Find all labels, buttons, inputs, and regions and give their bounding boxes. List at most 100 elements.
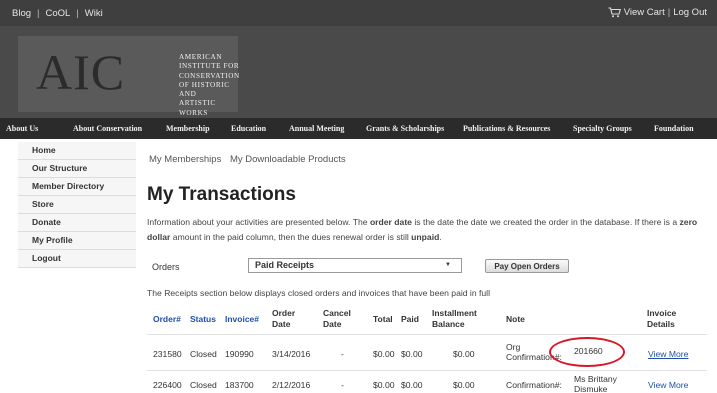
- nav-annual-meeting[interactable]: Annual Meeting: [289, 124, 344, 133]
- sidebar-item-store[interactable]: Store: [18, 196, 136, 214]
- intro-segment: is the date the date we created the orde…: [411, 217, 680, 227]
- intro-bold: unpaid: [411, 232, 440, 242]
- header-invoice[interactable]: Invoice#: [225, 314, 259, 325]
- intro-segment: amount in the paid column, then the dues…: [170, 232, 412, 242]
- main-navigation: About Us About Conservation Membership E…: [0, 118, 717, 139]
- note-line: Ms Brittany: [574, 374, 617, 384]
- logo-name: AMERICAN INSTITUTE FOR CONSERVATION OF H…: [179, 53, 240, 118]
- logo[interactable]: AIC AMERICAN INSTITUTE FOR CONSERVATION …: [18, 36, 239, 117]
- cell-order: 231580: [153, 349, 182, 359]
- view-more-link[interactable]: View More: [648, 380, 688, 390]
- header-line: Date: [323, 319, 342, 329]
- header-line: Details: [647, 319, 675, 329]
- sidebar-item-member-directory[interactable]: Member Directory: [18, 178, 136, 196]
- sidebar-item-logout[interactable]: Logout: [18, 250, 136, 268]
- dropdown-arrow-icon: ▼: [445, 262, 451, 268]
- header-status[interactable]: Status: [190, 314, 216, 325]
- cell-status: Closed: [190, 349, 217, 359]
- separator: |: [76, 8, 79, 19]
- cell-note-label: Confirmation#:: [506, 380, 562, 390]
- nav-about-conservation[interactable]: About Conservation: [73, 124, 142, 133]
- cell-cancel-date: -: [341, 380, 344, 390]
- header-line: Order: [272, 308, 296, 318]
- view-more-link[interactable]: View More: [648, 349, 688, 359]
- header-order[interactable]: Order#: [153, 314, 181, 325]
- cell-paid: $0.00: [401, 380, 423, 390]
- header-banner: AIC AMERICAN INSTITUTE FOR CONSERVATION …: [0, 26, 717, 118]
- cell-invoice: 190990: [225, 349, 254, 359]
- intro-segment: Information about your activities are pr…: [147, 217, 370, 227]
- logo-name-line: OF HISTORIC AND: [179, 80, 230, 99]
- my-downloadable-products-link[interactable]: My Downloadable Products: [230, 154, 346, 165]
- cell-status: Closed: [190, 380, 217, 390]
- cell-order: 226400: [153, 380, 182, 390]
- logo-name-line: CONSERVATION: [179, 71, 240, 80]
- page-title: My Transactions: [147, 184, 296, 205]
- intro-bold: order date: [369, 217, 412, 227]
- orders-label: Orders: [152, 262, 180, 272]
- logo-name-line: ARTISTIC WORKS: [179, 99, 216, 117]
- nav-publications-resources[interactable]: Publications & Resources: [463, 124, 550, 133]
- row-divider: [147, 334, 707, 335]
- logo-letters: AIC: [36, 44, 126, 100]
- nav-grants-scholarships[interactable]: Grants & Scholarships: [366, 124, 444, 133]
- log-out-link[interactable]: Log Out: [673, 7, 707, 18]
- cell-installment: $0.00: [453, 349, 475, 359]
- account-links: View Cart | Log Out: [608, 7, 707, 18]
- nav-education[interactable]: Education: [231, 124, 266, 133]
- my-memberships-link[interactable]: My Memberships: [149, 154, 221, 165]
- top-utility-bar: Blog | CoOL | Wiki View Cart | Log Out: [0, 0, 717, 26]
- cool-link[interactable]: CoOL: [42, 8, 73, 19]
- note-line: Dismuke: [574, 384, 608, 393]
- cell-paid: $0.00: [401, 349, 423, 359]
- sidebar-item-home[interactable]: Home: [18, 142, 136, 160]
- header-total: Total: [373, 314, 393, 324]
- sidebar-item-our-structure[interactable]: Our Structure: [18, 160, 136, 178]
- sidebar-menu: Home Our Structure Member Directory Stor…: [18, 142, 136, 268]
- sub-navigation: My Memberships My Downloadable Products: [149, 154, 352, 165]
- nav-about-us[interactable]: About Us: [6, 124, 38, 133]
- cell-total: $0.00: [373, 349, 395, 359]
- separator: |: [37, 8, 40, 19]
- orders-select[interactable]: Paid Receipts ▼: [248, 258, 462, 273]
- row-divider: [147, 370, 707, 371]
- header-order-date: Order Date: [272, 308, 295, 330]
- sidebar-item-donate[interactable]: Donate: [18, 214, 136, 232]
- header-line: Invoice: [647, 308, 677, 318]
- utility-links: Blog | CoOL | Wiki: [9, 8, 106, 19]
- header-line: Balance: [432, 319, 465, 329]
- nav-foundation[interactable]: Foundation: [654, 124, 694, 133]
- header-line: Date: [272, 319, 291, 329]
- nav-specialty-groups[interactable]: Specialty Groups: [573, 124, 632, 133]
- separator: |: [667, 7, 671, 18]
- cell-total: $0.00: [373, 380, 395, 390]
- intro-text: Information about your activities are pr…: [147, 215, 707, 245]
- orders-filter-row: Orders Paid Receipts ▼ Pay Open Orders: [147, 258, 707, 282]
- header-invoice-details: Invoice Details: [647, 308, 676, 330]
- receipts-description: The Receipts section below displays clos…: [147, 288, 490, 298]
- cell-cancel-date: -: [341, 349, 344, 359]
- logo-name-line: INSTITUTE FOR: [179, 62, 240, 71]
- view-cart-link[interactable]: View Cart: [624, 7, 665, 18]
- pay-open-orders-button[interactable]: Pay Open Orders: [485, 259, 569, 273]
- nav-membership[interactable]: Membership: [166, 124, 210, 133]
- header-cancel-date: Cancel Date: [323, 308, 351, 330]
- cell-installment: $0.00: [453, 380, 475, 390]
- cell-order-date: 3/14/2016: [272, 349, 311, 359]
- blog-link[interactable]: Blog: [9, 8, 34, 19]
- highlight-circle: [549, 337, 625, 367]
- intro-segment: .: [439, 232, 442, 242]
- header-installment-balance: Installment Balance: [432, 308, 477, 330]
- header-paid: Paid: [401, 314, 419, 324]
- cell-note-value: Ms Brittany Dismuke: [574, 374, 617, 393]
- wiki-link[interactable]: Wiki: [82, 8, 106, 19]
- orders-select-value: Paid Receipts: [255, 260, 315, 270]
- cell-order-date: 2/12/2016: [272, 380, 311, 390]
- header-note: Note: [506, 314, 525, 324]
- cell-invoice: 183700: [225, 380, 254, 390]
- sidebar-item-my-profile[interactable]: My Profile: [18, 232, 136, 250]
- header-line: Cancel: [323, 308, 351, 318]
- header-line: Installment: [432, 308, 477, 318]
- cart-icon[interactable]: [608, 7, 621, 18]
- logo-name-line: AMERICAN: [179, 53, 223, 61]
